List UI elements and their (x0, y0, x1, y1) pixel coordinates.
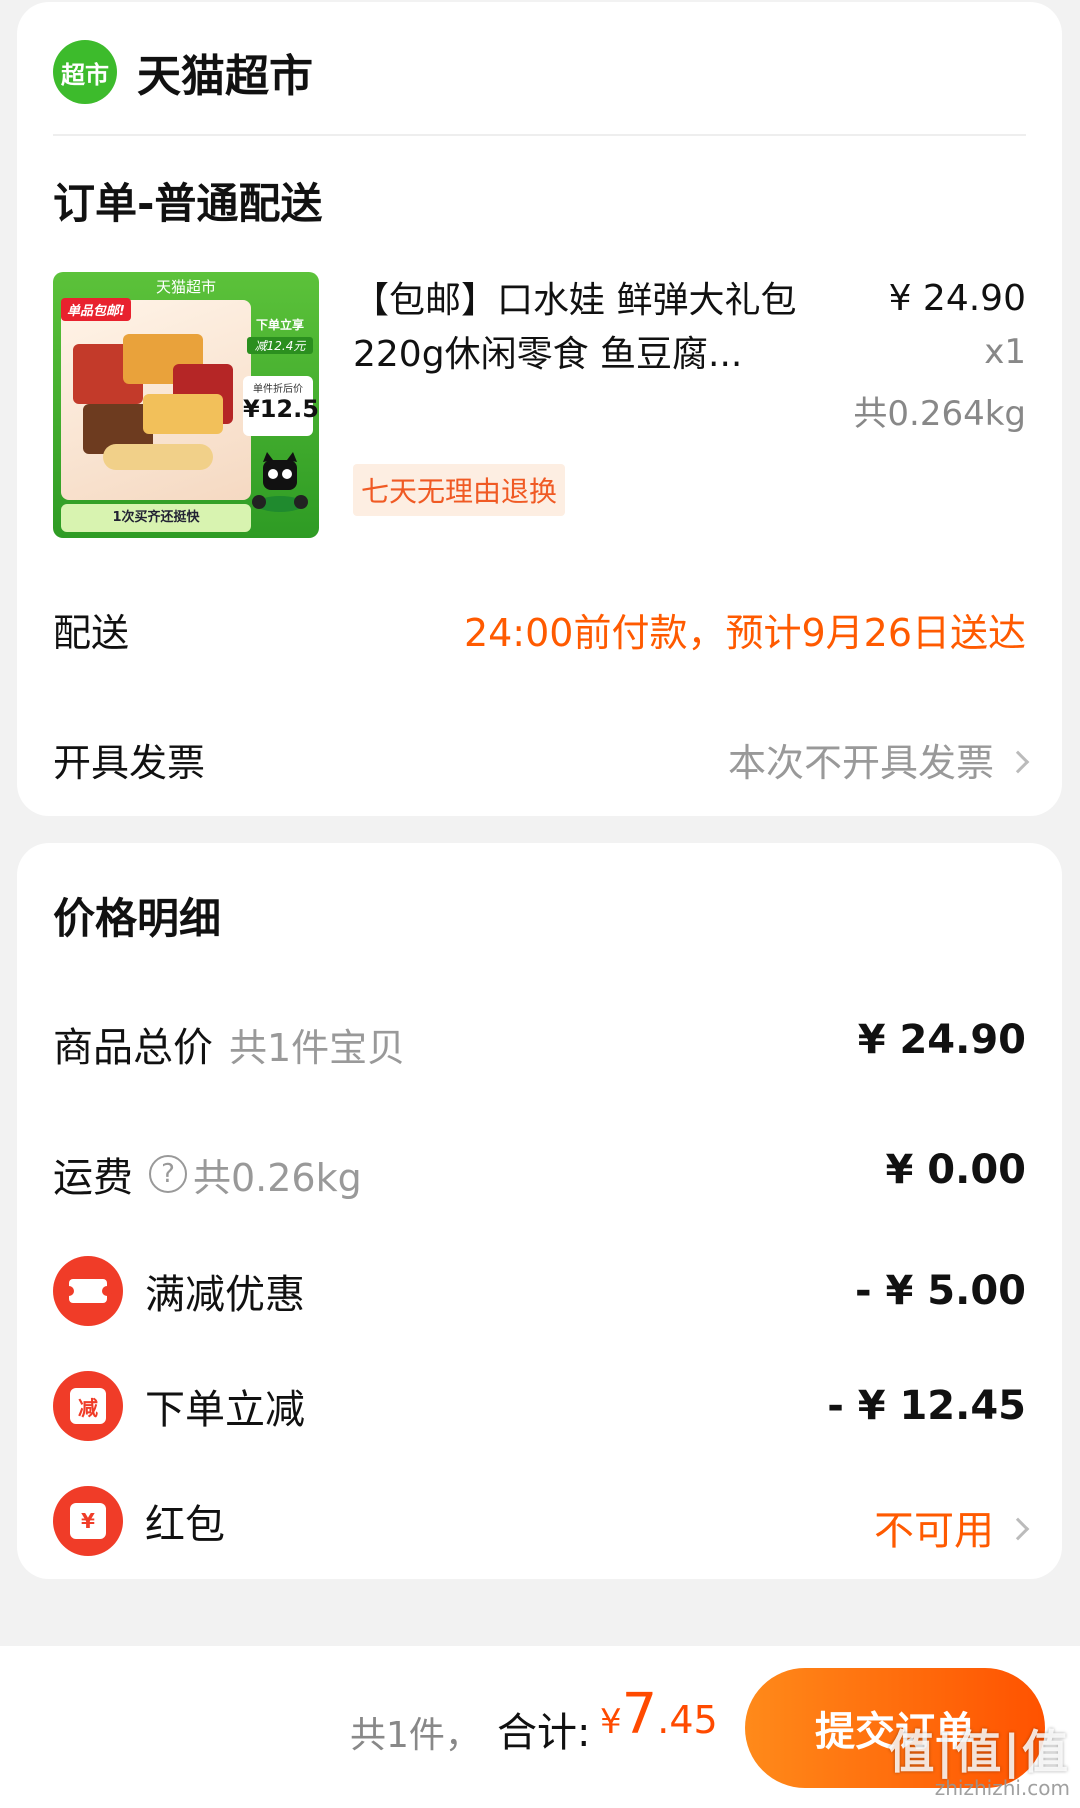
invoice-value-wrap: 本次不开具发票 (727, 732, 1030, 787)
order-discount-label: 下单立减 (145, 1387, 305, 1433)
goods-total-value: ¥ 24.90 (857, 1017, 1026, 1063)
goods-total-label: 商品总价 (53, 1025, 213, 1071)
total-amount: ¥7.45 (600, 1682, 718, 1747)
thumb-price: ¥12.5 (243, 395, 319, 423)
total-integer: 7 (621, 1682, 658, 1747)
product-quantity: x1 (984, 332, 1026, 372)
shipping-label: 运费 (53, 1155, 133, 1201)
product-price: ¥ 24.90 (888, 278, 1026, 319)
product-title[interactable]: 【包邮】口水娃 鲜弹大礼包220g休闲零食 鱼豆腐... (353, 274, 823, 382)
currency-symbol: ¥ (600, 1702, 622, 1742)
order-card: 超市 天猫超市 订单-普通配送 天猫超市 单品包邮! 下单立享 减12.4元 单… (17, 2, 1062, 816)
red-packet-label-wrap: ¥ 红包 (53, 1486, 225, 1556)
product-image[interactable]: 天猫超市 单品包邮! 下单立享 减12.4元 单件折后价 ¥12.5 1次买齐还… (53, 272, 319, 538)
store-logo-icon: 超市 (53, 40, 117, 104)
chevron-right-icon (1006, 1517, 1030, 1541)
total-label: 合计: (497, 1710, 591, 1756)
thumb-promo-line1: 下单立享 (255, 318, 304, 332)
full-reduction-row: 满减优惠 (53, 1256, 305, 1326)
chevron-right-icon (1006, 750, 1030, 773)
invoice-label: 开具发票 (53, 741, 206, 785)
delivery-value: 24:00前付款，预计9月26日送达 (463, 611, 1026, 655)
item-count: 共1件， (350, 1715, 481, 1756)
thumb-banner: 天猫超市 (155, 278, 216, 296)
question-help-icon[interactable]: ? (149, 1155, 187, 1193)
goods-total-count: 共1件宝贝 (229, 1025, 406, 1070)
invoice-value: 本次不开具发票 (727, 741, 994, 785)
coupon-ticket-icon (53, 1256, 123, 1326)
red-packet-value-wrap: 不可用 (874, 1498, 1030, 1556)
store-header[interactable]: 超市 天猫超市 (53, 36, 313, 108)
thumb-price-label: 单件折后价 (253, 384, 303, 395)
return-policy-badge: 七天无理由退换 (353, 464, 566, 516)
discount-icon: 减 (53, 1371, 123, 1441)
total-decimal: .45 (657, 1698, 718, 1742)
watermark: 值|值|值 zhizhizhi.com (888, 1716, 1070, 1800)
shipping-weight: 共0.26kg (193, 1155, 362, 1200)
price-detail-card: 价格明细 商品总价 共1件宝贝 ¥ 24.90 运费 ? 共0.26kg ¥ 0… (17, 843, 1062, 1579)
product-weight: 共0.264kg (853, 394, 1026, 434)
thumb-promo: 下单立享 减12.4元 (247, 316, 313, 354)
order-discount-value: - ¥ 12.45 (827, 1383, 1026, 1429)
goods-total-row: 商品总价 共1件宝贝 (53, 1015, 405, 1073)
shipping-value: ¥ 0.00 (885, 1147, 1026, 1193)
thumb-promo-line2: 减12.4元 (247, 337, 313, 354)
delivery-label: 配送 (53, 611, 130, 655)
red-packet-value: 不可用 (874, 1508, 994, 1554)
shipping-row: 运费 ? 共0.26kg (53, 1145, 362, 1203)
thumb-price-box: 单件折后价 ¥12.5 (243, 376, 319, 436)
thumb-bottom-text: 1次买齐还挺快 (61, 504, 251, 532)
price-section-title: 价格明细 (53, 894, 222, 943)
order-section-title: 订单-普通配送 (53, 179, 323, 228)
divider (53, 134, 1026, 136)
snack-pile-image (73, 334, 233, 484)
order-discount-row: 减 下单立减 (53, 1371, 305, 1441)
checkout-bar: 共1件， 合计: ¥7.45 提交订单 值|值|值 zhizhizhi.com (0, 1646, 1080, 1808)
watermark-logo: 值|值|值 (888, 1725, 1070, 1779)
red-packet-label: 红包 (145, 1502, 225, 1548)
full-reduction-label: 满减优惠 (145, 1272, 305, 1318)
red-packet-icon: ¥ (53, 1486, 123, 1556)
full-reduction-value: - ¥ 5.00 (855, 1268, 1026, 1314)
cat-mascot-icon (252, 452, 308, 512)
store-name: 天猫超市 (137, 51, 313, 102)
thumb-tag: 单品包邮! (61, 298, 131, 321)
